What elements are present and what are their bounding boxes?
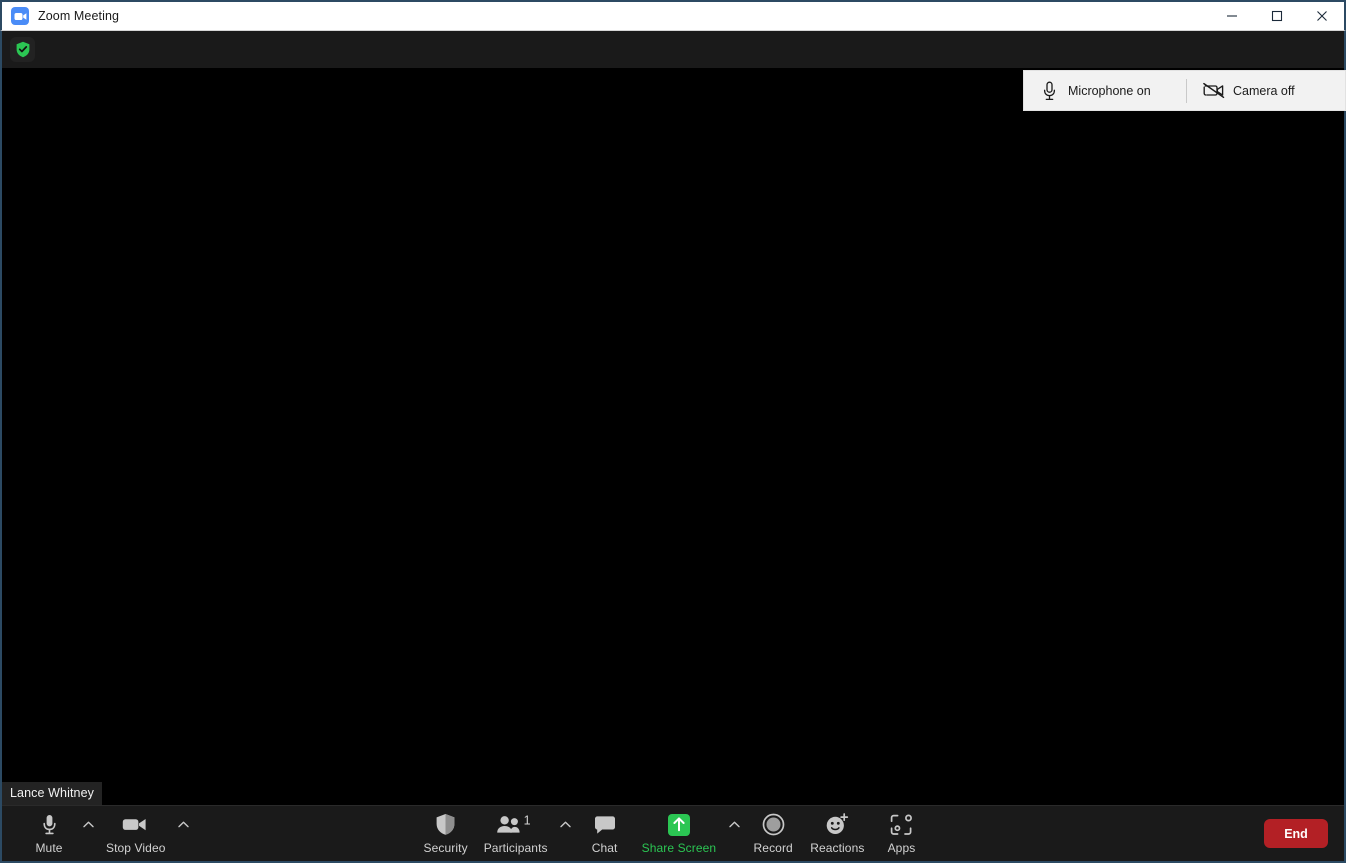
toast-camera-label: Camera off	[1233, 83, 1295, 98]
record-label: Record	[753, 840, 793, 855]
video-stage: Lance Whitney	[2, 68, 1344, 805]
share-screen-button[interactable]: Share Screen	[634, 806, 725, 861]
participant-name-tag: Lance Whitney	[2, 782, 102, 805]
camera-icon	[122, 813, 149, 837]
stop-video-label: Stop Video	[106, 840, 166, 855]
stop-video-button[interactable]: Stop Video	[98, 806, 174, 861]
window-title: Zoom Meeting	[38, 9, 120, 23]
svg-text:1: 1	[523, 815, 530, 827]
end-meeting-button[interactable]: End	[1264, 819, 1328, 848]
microphone-icon	[42, 813, 57, 837]
close-icon[interactable]	[1299, 1, 1344, 32]
participants-button[interactable]: 1 Participants	[476, 806, 556, 861]
security-button[interactable]: Security	[416, 806, 476, 861]
device-status-toast: Microphone on Camera off	[1023, 70, 1346, 111]
toast-camera-status: Camera off	[1187, 71, 1301, 110]
meeting-toolbar: Mute Stop Video Security 1 Participants …	[2, 805, 1344, 861]
mute-button[interactable]: Mute	[20, 806, 78, 861]
record-circle-icon	[762, 813, 785, 837]
speech-bubble-icon	[594, 813, 616, 837]
microphone-icon	[1036, 81, 1062, 101]
security-label: Security	[423, 840, 468, 855]
toast-microphone-label: Microphone on	[1068, 83, 1151, 98]
camera-off-icon	[1201, 82, 1227, 99]
toolbar-left-group: Mute Stop Video	[2, 806, 194, 861]
toolbar-center-group: Security 1 Participants Chat Share Scree…	[2, 806, 1344, 861]
chat-button[interactable]: Chat	[576, 806, 634, 861]
chat-label: Chat	[591, 840, 618, 855]
participants-label: Participants	[483, 840, 548, 855]
meeting-header: Microphone on Camera off	[2, 31, 1346, 111]
up-arrow-icon	[667, 813, 690, 837]
people-icon: 1	[496, 813, 536, 837]
window-controls	[1209, 1, 1344, 32]
reactions-label: Reactions	[810, 840, 865, 855]
share-screen-label: Share Screen	[641, 840, 717, 855]
zoom-camera-logo-icon	[11, 7, 29, 25]
apps-label: Apps	[887, 840, 916, 855]
participants-chevron-up-icon[interactable]	[556, 806, 576, 861]
title-bar: Zoom Meeting	[0, 0, 1346, 31]
shield-icon	[435, 813, 456, 837]
share-screen-chevron-up-icon[interactable]	[724, 806, 744, 861]
smiley-plus-icon	[825, 813, 849, 837]
apps-bracket-icon	[890, 813, 913, 837]
minimize-icon[interactable]	[1209, 1, 1254, 32]
video-chevron-up-icon[interactable]	[174, 806, 194, 861]
toast-microphone-status: Microphone on	[1024, 71, 1186, 110]
green-shield-check-icon[interactable]	[10, 37, 35, 62]
apps-button[interactable]: Apps	[872, 806, 930, 861]
record-button[interactable]: Record	[744, 806, 802, 861]
mute-label: Mute	[35, 840, 63, 855]
maximize-icon[interactable]	[1254, 1, 1299, 32]
reactions-button[interactable]: Reactions	[802, 806, 872, 861]
zoom-meeting-window: Zoom Meeting Microphone on Camera off La…	[0, 0, 1346, 863]
mute-chevron-up-icon[interactable]	[78, 806, 98, 861]
